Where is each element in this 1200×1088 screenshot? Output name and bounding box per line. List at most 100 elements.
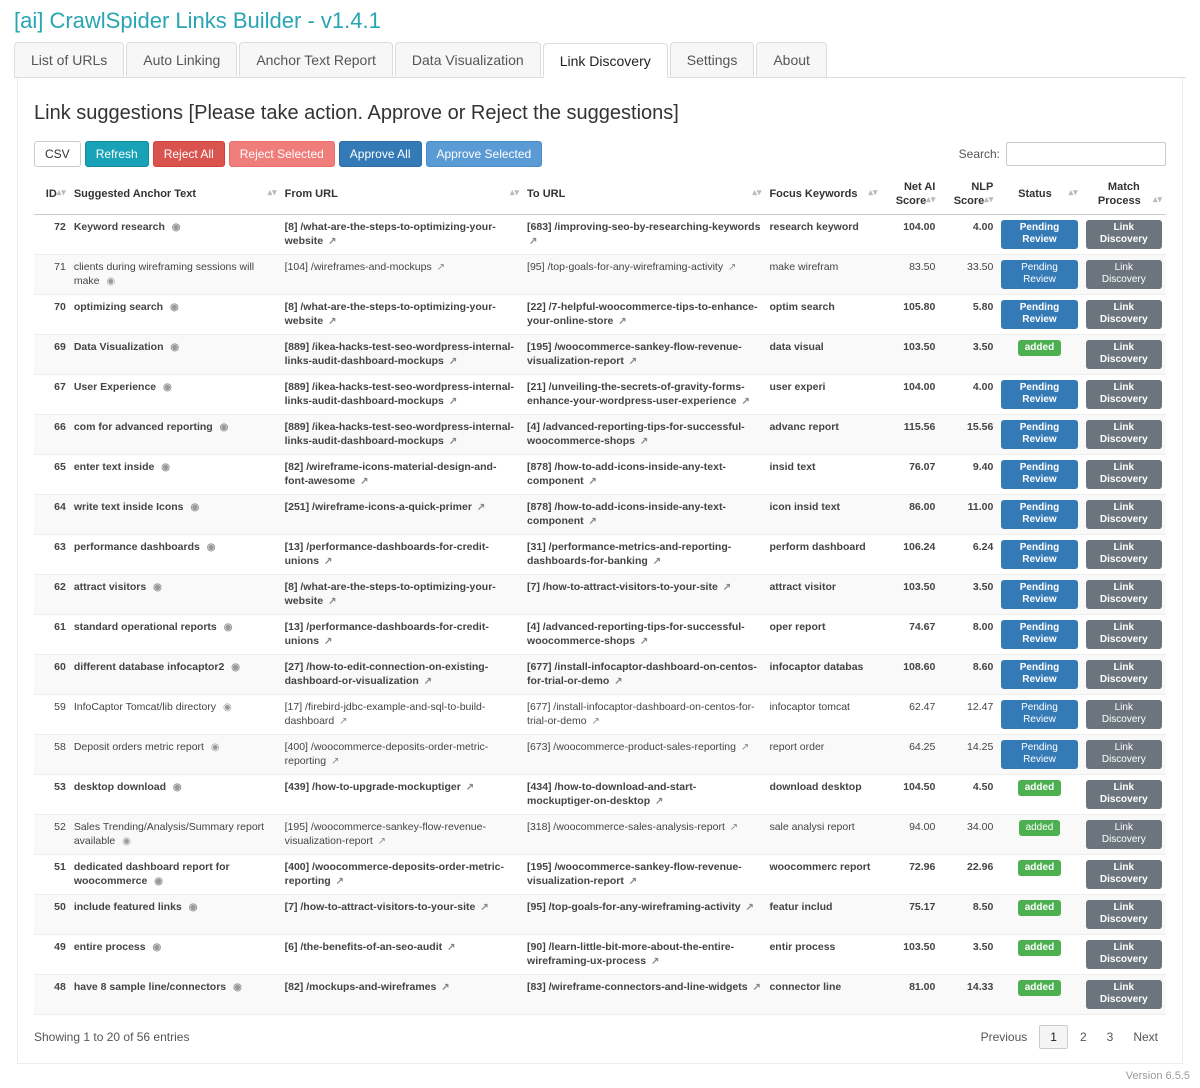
table-row[interactable]: 67User Experience ◉[889] /ikea-hacks-tes… [34, 374, 1166, 414]
eye-icon[interactable]: ◉ [189, 902, 198, 913]
approve-all-button[interactable]: Approve All [339, 141, 422, 167]
cell-match[interactable]: Link Discovery [1082, 774, 1166, 814]
cell-match[interactable]: Link Discovery [1082, 334, 1166, 374]
col-id[interactable]: ID▴▾ [34, 175, 70, 214]
col-to[interactable]: To URL▴▾ [523, 175, 765, 214]
eye-icon[interactable]: ◉ [172, 222, 181, 233]
col-focus[interactable]: Focus Keywords▴▾ [765, 175, 881, 214]
table-row[interactable]: 70optimizing search ◉[8] /what-are-the-s… [34, 294, 1166, 334]
cell-match[interactable]: Link Discovery [1082, 614, 1166, 654]
cell-from[interactable]: [400] /woocommerce-deposits-order-metric… [281, 854, 523, 894]
cell-match[interactable]: Link Discovery [1082, 974, 1166, 1014]
tab-about[interactable]: About [756, 42, 827, 77]
eye-icon[interactable]: ◉ [170, 302, 179, 313]
cell-from[interactable]: [889] /ikea-hacks-test-seo-wordpress-int… [281, 334, 523, 374]
pager-prev[interactable]: Previous [973, 1026, 1036, 1048]
approve-selected-button[interactable]: Approve Selected [426, 141, 543, 167]
pager-page[interactable]: 2 [1072, 1026, 1095, 1048]
cell-match[interactable]: Link Discovery [1082, 534, 1166, 574]
table-row[interactable]: 64write text inside Icons ◉[251] /wirefr… [34, 494, 1166, 534]
reject-all-button[interactable]: Reject All [153, 141, 225, 167]
cell-from[interactable]: [104] /wireframes-and-mockups ↗ [281, 254, 523, 294]
cell-to[interactable]: [878] /how-to-add-icons-inside-any-text-… [523, 494, 765, 534]
col-net[interactable]: Net AI Score▴▾ [881, 175, 939, 214]
cell-from[interactable]: [7] /how-to-attract-visitors-to-your-sit… [281, 894, 523, 934]
eye-icon[interactable]: ◉ [224, 622, 233, 633]
cell-to[interactable]: [673] /woocommerce-product-sales-reporti… [523, 734, 765, 774]
cell-match[interactable]: Link Discovery [1082, 814, 1166, 854]
cell-from[interactable]: [13] /performance-dashboards-for-credit-… [281, 534, 523, 574]
col-status[interactable]: Status▴▾ [997, 175, 1081, 214]
eye-icon[interactable]: ◉ [122, 836, 131, 847]
cell-match[interactable]: Link Discovery [1082, 294, 1166, 334]
cell-from[interactable]: [251] /wireframe-icons-a-quick-primer ↗ [281, 494, 523, 534]
table-row[interactable]: 66com for advanced reporting ◉[889] /ike… [34, 414, 1166, 454]
cell-match[interactable]: Link Discovery [1082, 214, 1166, 254]
cell-from[interactable]: [195] /woocommerce-sankey-flow-revenue-v… [281, 814, 523, 854]
pager-next[interactable]: Next [1125, 1026, 1166, 1048]
cell-to[interactable]: [677] /install-infocaptor-dashboard-on-c… [523, 694, 765, 734]
cell-to[interactable]: [90] /learn-little-bit-more-about-the-en… [523, 934, 765, 974]
table-row[interactable]: 53desktop download ◉[439] /how-to-upgrad… [34, 774, 1166, 814]
cell-match[interactable]: Link Discovery [1082, 454, 1166, 494]
cell-match[interactable]: Link Discovery [1082, 574, 1166, 614]
table-row[interactable]: 62attract visitors ◉[8] /what-are-the-st… [34, 574, 1166, 614]
cell-match[interactable]: Link Discovery [1082, 374, 1166, 414]
search-input[interactable] [1006, 142, 1166, 166]
eye-icon[interactable]: ◉ [223, 702, 232, 713]
table-row[interactable]: 52Sales Trending/Analysis/Summary report… [34, 814, 1166, 854]
cell-to[interactable]: [677] /install-infocaptor-dashboard-on-c… [523, 654, 765, 694]
cell-from[interactable]: [8] /what-are-the-steps-to-optimizing-yo… [281, 294, 523, 334]
cell-to[interactable]: [21] /unveiling-the-secrets-of-gravity-f… [523, 374, 765, 414]
table-row[interactable]: 69Data Visualization ◉[889] /ikea-hacks-… [34, 334, 1166, 374]
col-nlp[interactable]: NLP Score▴▾ [939, 175, 997, 214]
eye-icon[interactable]: ◉ [190, 502, 199, 513]
cell-to[interactable]: [31] /performance-metrics-and-reporting-… [523, 534, 765, 574]
cell-to[interactable]: [195] /woocommerce-sankey-flow-revenue-v… [523, 334, 765, 374]
cell-match[interactable]: Link Discovery [1082, 854, 1166, 894]
cell-to[interactable]: [7] /how-to-attract-visitors-to-your-sit… [523, 574, 765, 614]
tab-data-visualization[interactable]: Data Visualization [395, 42, 541, 77]
cell-to[interactable]: [4] /advanced-reporting-tips-for-success… [523, 414, 765, 454]
cell-match[interactable]: Link Discovery [1082, 254, 1166, 294]
tab-list-of-urls[interactable]: List of URLs [14, 42, 124, 77]
cell-match[interactable]: Link Discovery [1082, 414, 1166, 454]
cell-from[interactable]: [889] /ikea-hacks-test-seo-wordpress-int… [281, 374, 523, 414]
cell-match[interactable]: Link Discovery [1082, 934, 1166, 974]
cell-to[interactable]: [683] /improving-seo-by-researching-keyw… [523, 214, 765, 254]
pager-page[interactable]: 1 [1039, 1025, 1068, 1049]
cell-from[interactable]: [13] /performance-dashboards-for-credit-… [281, 614, 523, 654]
cell-to[interactable]: [434] /how-to-download-and-start-mockupt… [523, 774, 765, 814]
table-row[interactable]: 50include featured links ◉[7] /how-to-at… [34, 894, 1166, 934]
cell-to[interactable]: [83] /wireframe-connectors-and-line-widg… [523, 974, 765, 1014]
eye-icon[interactable]: ◉ [233, 982, 242, 993]
cell-to[interactable]: [95] /top-goals-for-any-wireframing-acti… [523, 894, 765, 934]
table-row[interactable]: 63performance dashboards ◉[13] /performa… [34, 534, 1166, 574]
cell-from[interactable]: [82] /wireframe-icons-material-design-an… [281, 454, 523, 494]
tab-auto-linking[interactable]: Auto Linking [126, 42, 237, 77]
cell-from[interactable]: [6] /the-benefits-of-an-seo-audit ↗ [281, 934, 523, 974]
col-match[interactable]: Match Process▴▾ [1082, 175, 1166, 214]
eye-icon[interactable]: ◉ [207, 542, 216, 553]
cell-from[interactable]: [27] /how-to-edit-connection-on-existing… [281, 654, 523, 694]
cell-from[interactable]: [17] /firebird-jdbc-example-and-sql-to-b… [281, 694, 523, 734]
table-row[interactable]: 58Deposit orders metric report ◉[400] /w… [34, 734, 1166, 774]
eye-icon[interactable]: ◉ [163, 382, 172, 393]
csv-button[interactable]: CSV [34, 141, 81, 167]
cell-match[interactable]: Link Discovery [1082, 694, 1166, 734]
table-row[interactable]: 65enter text inside ◉[82] /wireframe-ico… [34, 454, 1166, 494]
pager-page[interactable]: 3 [1099, 1026, 1122, 1048]
eye-icon[interactable]: ◉ [231, 662, 240, 673]
cell-to[interactable]: [878] /how-to-add-icons-inside-any-text-… [523, 454, 765, 494]
eye-icon[interactable]: ◉ [154, 876, 163, 887]
cell-from[interactable]: [400] /woocommerce-deposits-order-metric… [281, 734, 523, 774]
cell-from[interactable]: [82] /mockups-and-wireframes ↗ [281, 974, 523, 1014]
eye-icon[interactable]: ◉ [173, 782, 182, 793]
cell-to[interactable]: [318] /woocommerce-sales-analysis-report… [523, 814, 765, 854]
eye-icon[interactable]: ◉ [170, 342, 179, 353]
table-row[interactable]: 48have 8 sample line/connectors ◉[82] /m… [34, 974, 1166, 1014]
cell-to[interactable]: [22] /7-helpful-woocommerce-tips-to-enha… [523, 294, 765, 334]
cell-to[interactable]: [4] /advanced-reporting-tips-for-success… [523, 614, 765, 654]
cell-from[interactable]: [889] /ikea-hacks-test-seo-wordpress-int… [281, 414, 523, 454]
tab-anchor-text-report[interactable]: Anchor Text Report [239, 42, 393, 77]
